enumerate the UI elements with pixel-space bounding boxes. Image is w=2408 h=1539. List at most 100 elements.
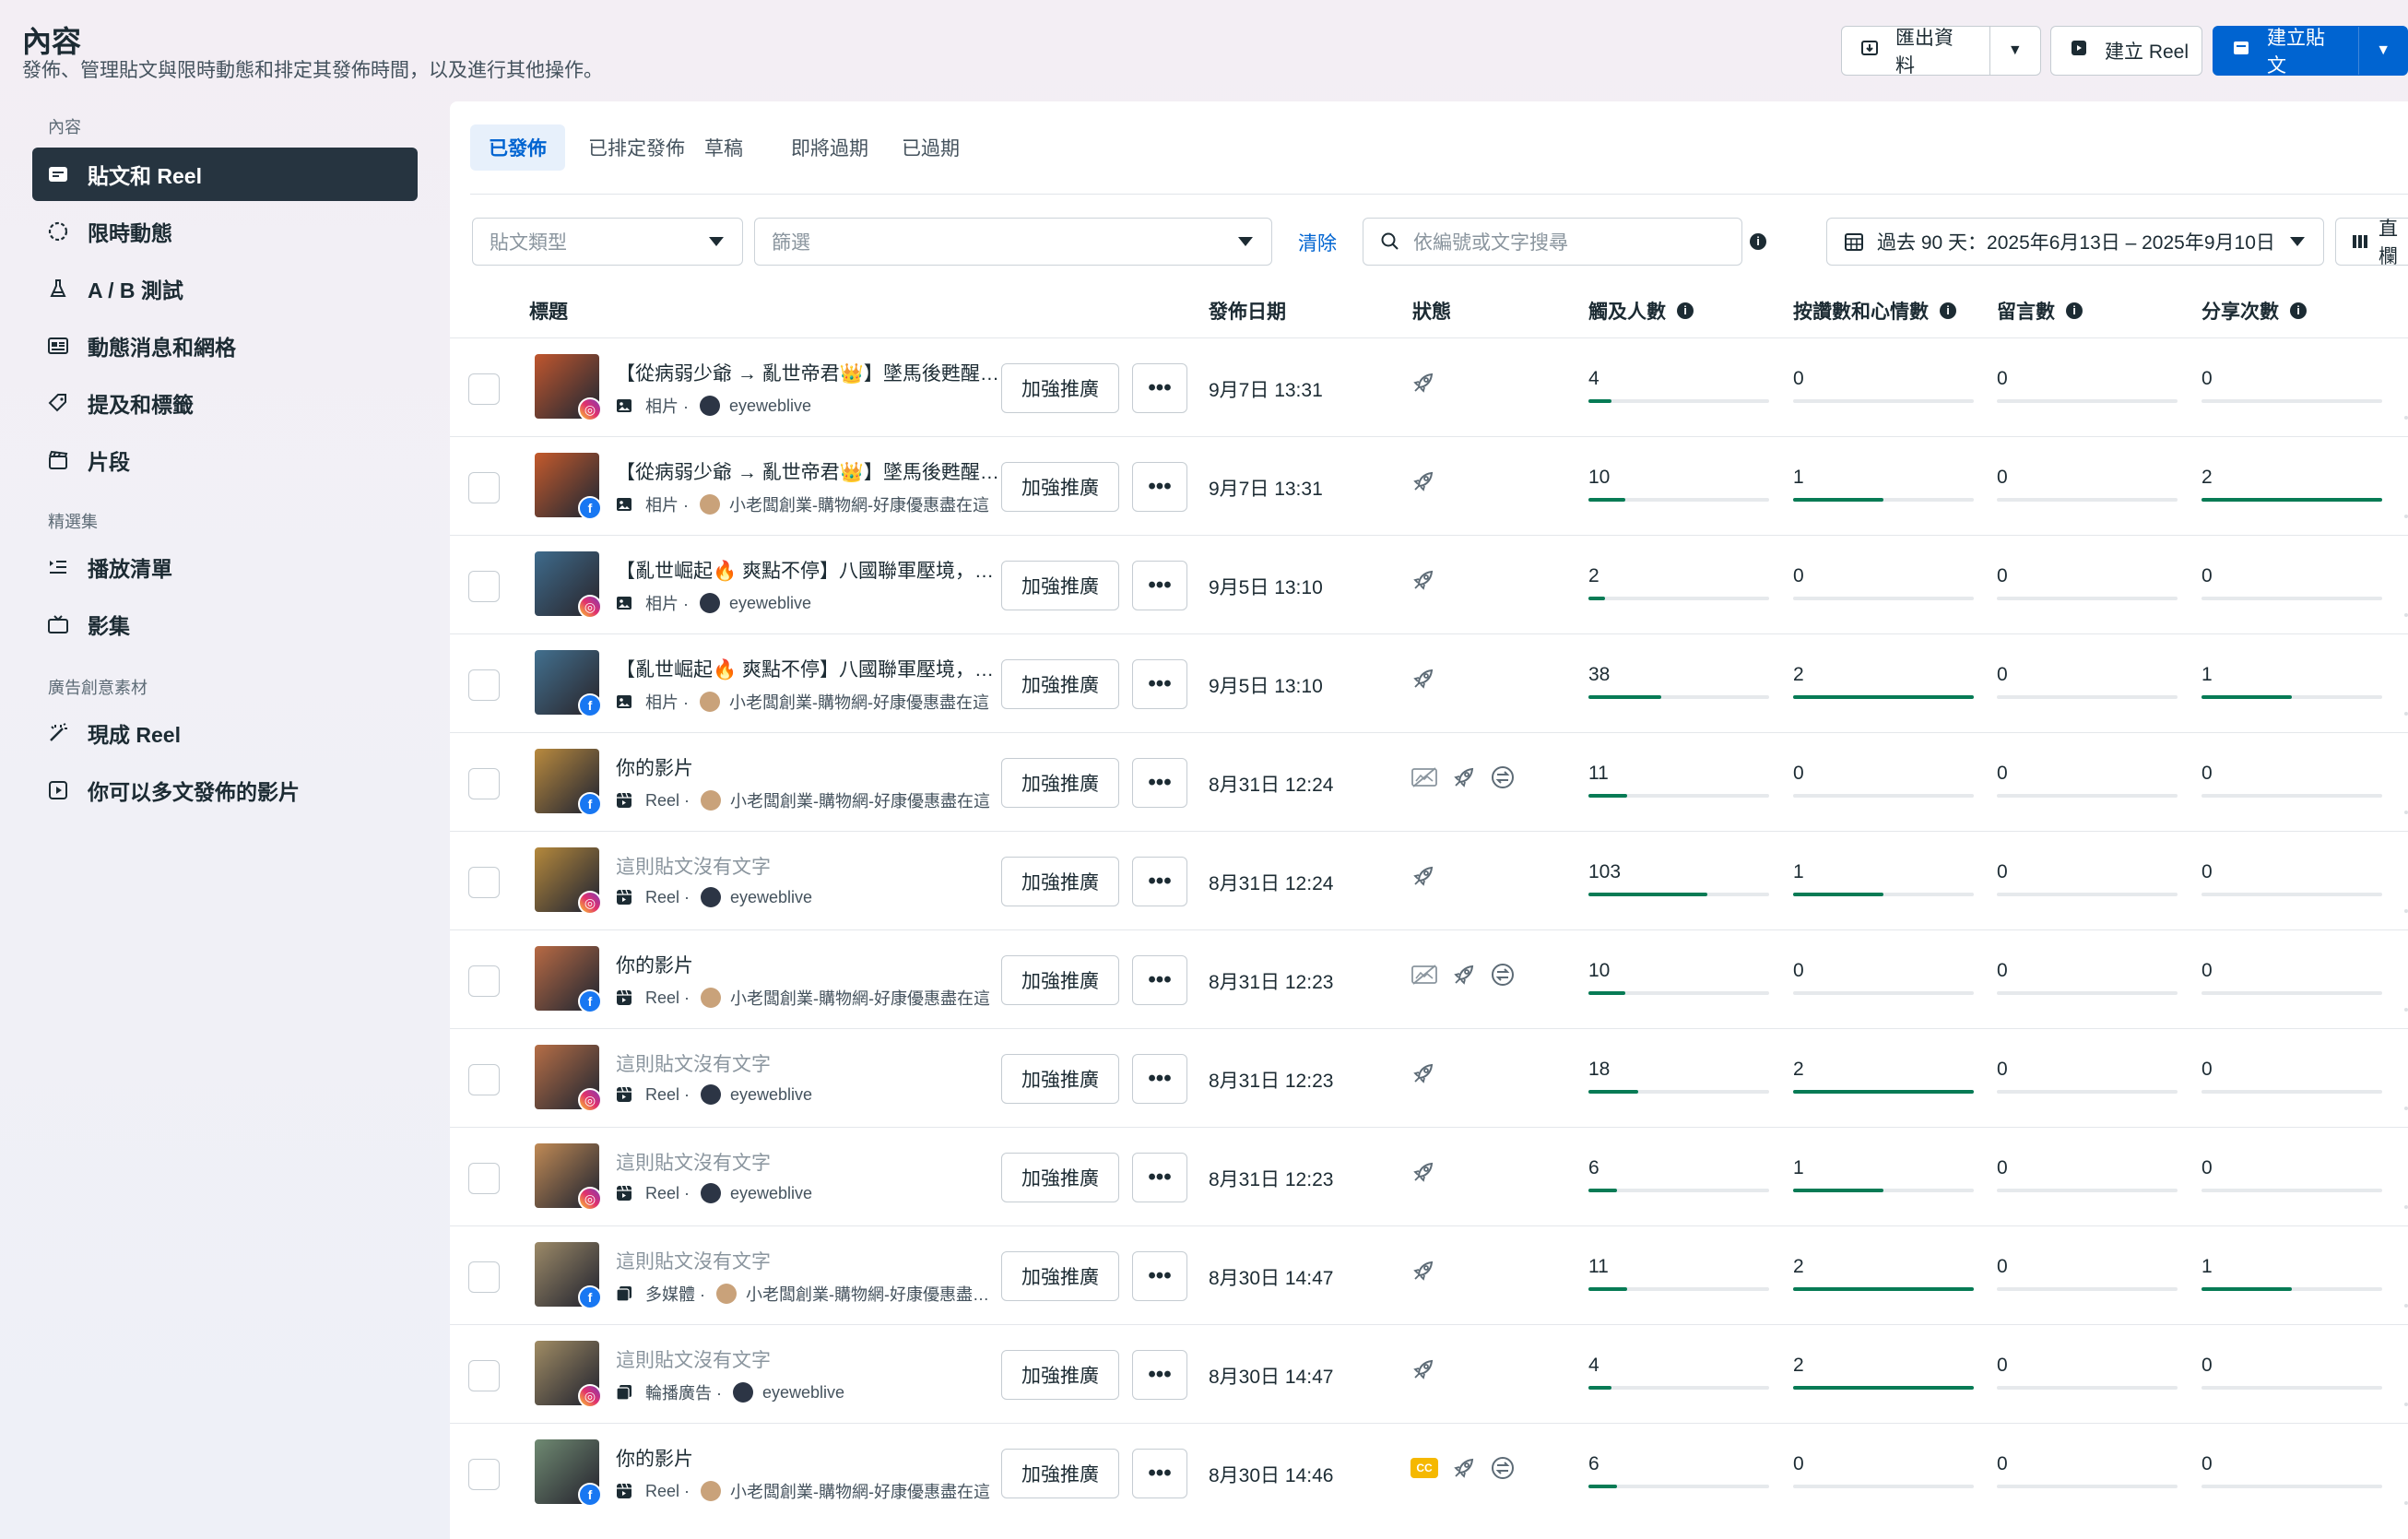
column-header-reactions[interactable]: 按讚數和心情數 i [1793, 297, 1956, 325]
boost-rocket-icon[interactable] [1451, 764, 1477, 790]
post-title[interactable]: 你的影片 [616, 951, 1003, 978]
more-options-button[interactable]: ••• [1132, 758, 1187, 808]
sidebar-item-flask[interactable]: A / B 測試 [32, 262, 418, 315]
crosspost-icon[interactable] [1490, 1455, 1516, 1481]
sidebar-item-playlist[interactable]: 播放清單 [32, 540, 418, 594]
table-row[interactable]: f 這則貼文沒有文字 多媒體 · 小老闆創業-購物網-好康優惠盡在這 加強推廣 … [450, 1225, 2408, 1325]
search-input[interactable]: 依編號或文字搜尋 [1363, 218, 1742, 266]
row-checkbox[interactable] [468, 669, 500, 701]
post-title[interactable]: 你的影片 [616, 1444, 1003, 1472]
boost-rocket-icon[interactable] [1451, 962, 1477, 988]
columns-button[interactable]: 直欄 [2335, 218, 2408, 266]
row-checkbox[interactable] [468, 373, 500, 405]
post-title[interactable]: 【從病弱少爺 → 亂世帝君👑】墜馬後甦醒，竟然成了天命之子！ [616, 359, 1003, 386]
boost-button[interactable]: 加強推廣 [1001, 1054, 1119, 1104]
more-options-button[interactable]: ••• [1132, 955, 1187, 1005]
clear-filters-link[interactable]: 清除 [1298, 229, 1337, 256]
filter-select[interactable]: 篩選 [754, 218, 1272, 266]
info-icon[interactable]: i [2066, 302, 2083, 319]
boost-button[interactable]: 加強推廣 [1001, 955, 1119, 1005]
boost-rocket-icon[interactable] [1411, 666, 1436, 692]
row-checkbox[interactable] [468, 1261, 500, 1293]
more-options-button[interactable]: ••• [1132, 1054, 1187, 1104]
boost-rocket-icon[interactable] [1451, 1455, 1477, 1481]
row-checkbox[interactable] [468, 571, 500, 602]
boost-button[interactable]: 加強推廣 [1001, 561, 1119, 610]
post-title[interactable]: 這則貼文沒有文字 [616, 1247, 1003, 1274]
create-reel-button[interactable]: 建立 Reel [2050, 26, 2202, 76]
search-info-icon[interactable]: i [1750, 233, 1766, 250]
post-title[interactable]: 你的影片 [616, 753, 1003, 781]
row-checkbox[interactable] [468, 1360, 500, 1391]
more-options-button[interactable]: ••• [1132, 857, 1187, 906]
boost-rocket-icon[interactable] [1411, 1159, 1436, 1185]
info-icon[interactable]: i [1677, 302, 1694, 319]
more-options-button[interactable]: ••• [1132, 1449, 1187, 1498]
boost-rocket-icon[interactable] [1411, 468, 1436, 494]
table-row[interactable]: ◎ 這則貼文沒有文字 Reel · eyeweblive 加強推廣 ••• 8月… [450, 831, 2408, 930]
table-row[interactable]: f 【亂世崛起🔥 爽點不停】八國聯軍壓境，他一人逆轉乾坤！ 相片 · 小老闆創業… [450, 633, 2408, 733]
post-title[interactable]: 【亂世崛起🔥 爽點不停】八國聯軍壓境，他一人逆轉乾坤！ [616, 556, 1003, 584]
no-ad-icon[interactable] [1411, 962, 1438, 988]
more-options-button[interactable]: ••• [1132, 561, 1187, 610]
sidebar-item-tag[interactable]: 提及和標籤 [32, 376, 418, 430]
boost-rocket-icon[interactable] [1411, 863, 1436, 889]
more-options-button[interactable]: ••• [1132, 1153, 1187, 1202]
info-icon[interactable]: i [2290, 302, 2307, 319]
column-header-reach[interactable]: 觸及人數 i [1588, 297, 1694, 325]
row-checkbox[interactable] [468, 1163, 500, 1194]
boost-rocket-icon[interactable] [1411, 1060, 1436, 1086]
table-row[interactable]: f 你的影片 Reel · 小老闆創業-購物網-好康優惠盡在這 加強推廣 •••… [450, 929, 2408, 1029]
sidebar-item-magic-wand[interactable]: 現成 Reel [32, 706, 418, 760]
boost-button[interactable]: 加強推廣 [1001, 1153, 1119, 1202]
sidebar-item-stories[interactable]: 限時動態 [32, 205, 418, 258]
tab-3[interactable]: 即將過期 [773, 124, 887, 171]
row-checkbox[interactable] [468, 1459, 500, 1490]
boost-rocket-icon[interactable] [1411, 1356, 1436, 1382]
more-options-button[interactable]: ••• [1132, 659, 1187, 709]
table-row[interactable]: f 你的影片 Reel · 小老闆創業-購物網-好康優惠盡在這 加強推廣 •••… [450, 1423, 2408, 1522]
sidebar-item-clip[interactable]: 片段 [32, 433, 418, 487]
boost-button[interactable]: 加強推廣 [1001, 857, 1119, 906]
boost-button[interactable]: 加強推廣 [1001, 659, 1119, 709]
column-header-comments[interactable]: 留言數 i [1997, 297, 2083, 325]
column-header-shares[interactable]: 分享次數 i [2201, 297, 2307, 325]
boost-rocket-icon[interactable] [1411, 567, 1436, 593]
more-options-button[interactable]: ••• [1132, 1350, 1187, 1400]
table-row[interactable]: ◎ 【亂世崛起🔥 爽點不停】八國聯軍壓境，他一人逆轉乾坤！ 相片 · eyewe… [450, 535, 2408, 634]
post-title[interactable]: 【亂世崛起🔥 爽點不停】八國聯軍壓境，他一人逆轉乾坤！ [616, 655, 1003, 682]
boost-button[interactable]: 加強推廣 [1001, 758, 1119, 808]
table-row[interactable]: f 你的影片 Reel · 小老闆創業-購物網-好康優惠盡在這 加強推廣 •••… [450, 732, 2408, 832]
boost-rocket-icon[interactable] [1411, 1258, 1436, 1284]
post-type-select[interactable]: 貼文類型 [472, 218, 743, 266]
crosspost-icon[interactable] [1490, 962, 1516, 988]
boost-rocket-icon[interactable] [1411, 370, 1436, 396]
column-header-title[interactable]: 標題 [529, 297, 568, 325]
boost-button[interactable]: 加強推廣 [1001, 1350, 1119, 1400]
row-checkbox[interactable] [468, 965, 500, 997]
row-checkbox[interactable] [468, 768, 500, 799]
tab-2[interactable]: 草稿 [686, 124, 761, 171]
column-header-status[interactable]: 狀態 [1412, 297, 1451, 325]
create-post-button[interactable]: 建立貼文 ▼ [2213, 26, 2408, 77]
create-post-dropdown-icon[interactable]: ▼ [2358, 27, 2407, 75]
boost-button[interactable]: 加強推廣 [1001, 462, 1119, 512]
crosspost-icon[interactable] [1490, 764, 1516, 790]
date-range-picker[interactable]: 過去 90 天：2025年6月13日 – 2025年9月10日 [1826, 218, 2324, 266]
export-dropdown-icon[interactable]: ▼ [1989, 27, 2040, 75]
column-header-date[interactable]: 發佈日期 [1209, 297, 1286, 325]
info-icon[interactable]: i [1940, 302, 1956, 319]
export-data-button[interactable]: 匯出資料 ▼ [1841, 26, 2041, 77]
sidebar-item-feed-grid[interactable]: 動態消息和網格 [32, 319, 418, 373]
tab-4[interactable]: 已過期 [883, 124, 978, 171]
boost-button[interactable]: 加強推廣 [1001, 1449, 1119, 1498]
sidebar-item-video-play[interactable]: 你可以多文發佈的影片 [32, 764, 418, 817]
row-checkbox[interactable] [468, 472, 500, 503]
tab-1[interactable]: 已排定發佈 [570, 124, 703, 171]
row-checkbox[interactable] [468, 1064, 500, 1095]
post-title[interactable]: 這則貼文沒有文字 [616, 1049, 1003, 1077]
sidebar-item-tv[interactable]: 影集 [32, 598, 418, 651]
no-ad-icon[interactable] [1411, 764, 1438, 790]
post-title[interactable]: 這則貼文沒有文字 [616, 1345, 1003, 1373]
cc-icon[interactable]: CC [1411, 1458, 1438, 1478]
